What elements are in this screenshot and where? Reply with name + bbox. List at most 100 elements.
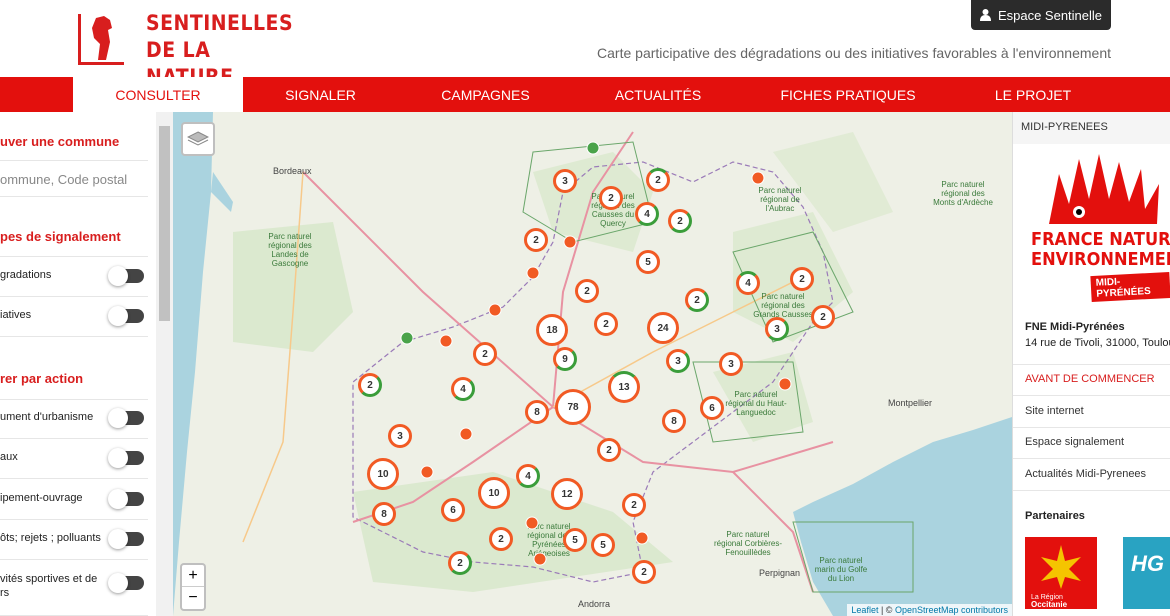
marker-cluster[interactable]: 2 — [599, 186, 623, 210]
espace-signalement-link[interactable]: Espace signalement — [1025, 436, 1124, 448]
marker-cluster[interactable]: 10 — [367, 458, 399, 490]
marker-initiative[interactable] — [400, 331, 414, 345]
marker-cluster[interactable]: 2 — [358, 373, 382, 397]
marker-cluster[interactable]: 3 — [719, 352, 743, 376]
osm-link[interactable]: OpenStreetMap contributors — [895, 605, 1008, 615]
marker-cluster[interactable]: 8 — [372, 502, 396, 526]
park-label: Parc naturel régional Corbières-Fenouill… — [713, 530, 783, 557]
nav-consulter[interactable]: CONSULTER — [73, 77, 243, 112]
layers-button[interactable] — [181, 122, 215, 156]
divider — [1013, 364, 1170, 365]
marker-degradation[interactable] — [525, 516, 539, 530]
nav-actualites[interactable]: ACTUALITÉS — [573, 77, 743, 112]
action-label: ipement-ouvrage — [0, 492, 83, 504]
marker-cluster[interactable]: 2 — [524, 228, 548, 252]
marker-cluster[interactable]: 3 — [765, 317, 789, 341]
marker-cluster[interactable]: 18 — [536, 314, 568, 346]
tagline: Carte participative des dégradations ou … — [597, 45, 1111, 61]
marker-cluster[interactable]: 2 — [448, 551, 472, 575]
marker-cluster[interactable]: 8 — [662, 409, 686, 433]
nav-le-projet[interactable]: LE PROJET — [953, 77, 1113, 112]
marker-degradation[interactable] — [459, 427, 473, 441]
marker-initiative[interactable] — [586, 141, 600, 155]
action-label: ument d'urbanisme — [0, 411, 94, 423]
nav-signaler[interactable]: SIGNALER — [243, 77, 398, 112]
marker-degradation[interactable] — [563, 235, 577, 249]
marker-degradation[interactable] — [526, 266, 540, 280]
marker-cluster[interactable]: 5 — [591, 533, 615, 557]
marker-cluster[interactable]: 3 — [388, 424, 412, 448]
marker-cluster[interactable]: 3 — [553, 169, 577, 193]
nav-fiches-pratiques[interactable]: FICHES PRATIQUES — [743, 77, 953, 112]
avant-de-commencer-link[interactable]: AVANT DE COMMENCER — [1025, 373, 1155, 385]
marker-cluster[interactable]: 3 — [666, 349, 690, 373]
marker-degradation[interactable] — [488, 303, 502, 317]
marker-cluster[interactable]: 5 — [636, 250, 660, 274]
action-toggle[interactable] — [108, 529, 144, 549]
scroll-thumb[interactable] — [159, 126, 170, 321]
action-toggle[interactable] — [108, 489, 144, 509]
marker-cluster[interactable]: 4 — [736, 271, 760, 295]
marker-cluster[interactable]: 4 — [635, 202, 659, 226]
espace-sentinelle-button[interactable]: Espace Sentinelle — [971, 0, 1111, 30]
type-toggle-degradations[interactable] — [108, 266, 144, 286]
leaflet-link[interactable]: Leaflet — [851, 605, 878, 615]
marker-cluster[interactable]: 2 — [575, 279, 599, 303]
haute-garonne-logo[interactable]: HG — [1123, 537, 1170, 609]
divider — [0, 160, 148, 161]
marker-cluster[interactable]: 5 — [563, 528, 587, 552]
marker-cluster[interactable]: 2 — [646, 168, 670, 192]
action-toggle[interactable] — [108, 448, 144, 468]
action-title: rer par action — [0, 371, 84, 386]
region-heading: MIDI-PYRENEES — [1013, 112, 1170, 144]
marker-cluster[interactable]: 6 — [700, 396, 724, 420]
marker-cluster[interactable]: 2 — [597, 438, 621, 462]
header: SENTINELLES DE LA NATURE Espace Sentinel… — [0, 0, 1170, 89]
marker-degradation[interactable] — [439, 334, 453, 348]
action-toggle[interactable] — [108, 408, 144, 428]
zoom-in-button[interactable]: + — [182, 565, 204, 587]
action-label: ôts; rejets ; polluants — [0, 532, 101, 544]
marker-degradation[interactable] — [751, 171, 765, 185]
site-logo[interactable]: SENTINELLES DE LA NATURE — [76, 8, 293, 89]
fne-title: FRANCE NATURE ENVIRONNEMENT — [1031, 230, 1170, 270]
site-internet-link[interactable]: Site internet — [1025, 405, 1084, 417]
marker-cluster[interactable]: 2 — [811, 305, 835, 329]
actualites-link[interactable]: Actualités Midi-Pyrenees — [1025, 468, 1146, 480]
marker-cluster[interactable]: 6 — [441, 498, 465, 522]
marker-cluster[interactable]: 78 — [555, 389, 591, 425]
sidebar-scrollbar[interactable] — [156, 112, 173, 616]
marker-cluster[interactable]: 10 — [478, 477, 510, 509]
commune-title: uver une commune — [0, 134, 120, 149]
marker-cluster[interactable]: 2 — [632, 560, 656, 584]
marker-cluster[interactable]: 4 — [516, 464, 540, 488]
marker-cluster[interactable]: 2 — [622, 493, 646, 517]
marker-cluster[interactable]: 2 — [489, 527, 513, 551]
marker-cluster[interactable]: 4 — [451, 377, 475, 401]
region-panel: MIDI-PYRENEES FRANCE NATURE ENVIRONNEMEN… — [1012, 112, 1170, 616]
type-toggle-initiatives[interactable] — [108, 306, 144, 326]
map[interactable]: Bordeaux Montpellier Perpignan Andorra P… — [173, 112, 1012, 616]
marker-cluster[interactable]: 2 — [668, 209, 692, 233]
marker-cluster[interactable]: 2 — [685, 288, 709, 312]
action-toggle[interactable] — [108, 573, 144, 593]
marker-degradation[interactable] — [778, 377, 792, 391]
action-row: ipement-ouvrage — [0, 480, 148, 520]
hg-logo-text: HG — [1131, 551, 1164, 576]
region-occitanie-logo[interactable]: La Région Occitanie — [1025, 537, 1097, 609]
zoom-out-button[interactable]: − — [182, 587, 204, 609]
marker-cluster[interactable]: 9 — [553, 347, 577, 371]
marker-cluster[interactable]: 24 — [647, 312, 679, 344]
marker-cluster[interactable]: 12 — [551, 478, 583, 510]
types-title: pes de signalement — [0, 229, 121, 244]
marker-cluster[interactable]: 13 — [608, 371, 640, 403]
marker-degradation[interactable] — [533, 552, 547, 566]
commune-search-input[interactable]: ommune, Code postal — [0, 172, 127, 187]
marker-cluster[interactable]: 2 — [594, 312, 618, 336]
marker-cluster[interactable]: 8 — [525, 400, 549, 424]
marker-cluster[interactable]: 2 — [790, 267, 814, 291]
marker-degradation[interactable] — [420, 465, 434, 479]
nav-campagnes[interactable]: CAMPAGNES — [398, 77, 573, 112]
marker-degradation[interactable] — [635, 531, 649, 545]
marker-cluster[interactable]: 2 — [473, 342, 497, 366]
